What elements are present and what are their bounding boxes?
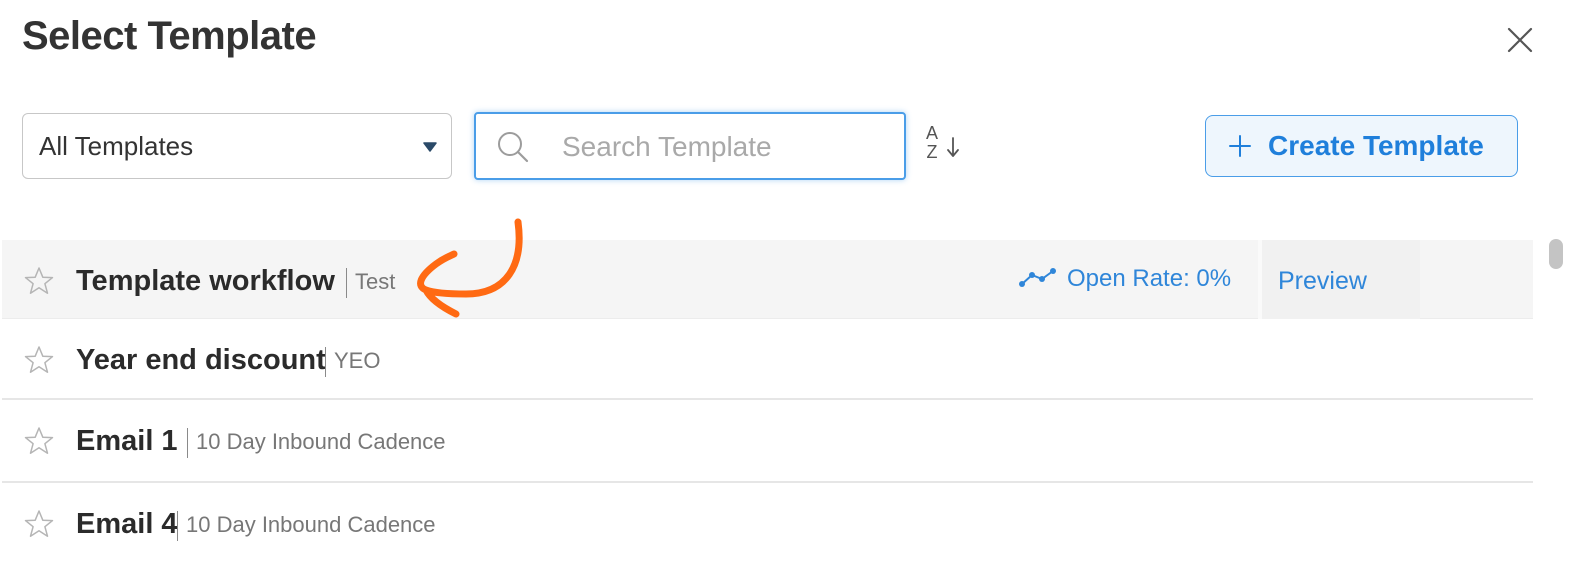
create-template-label: Create Template (1268, 130, 1484, 161)
sort-button[interactable]: A Z (920, 124, 968, 168)
star-icon[interactable] (24, 345, 54, 375)
plus-icon (1229, 135, 1251, 157)
sort-letter-a: A (925, 123, 938, 143)
template-folder: 10 Day Inbound Cadence (196, 429, 446, 454)
caret-down-icon (423, 142, 437, 152)
star-icon[interactable] (24, 266, 54, 296)
folder-select-value: All Templates (39, 131, 194, 161)
template-name: Year end discount (76, 344, 326, 376)
template-folder: Test (355, 269, 396, 294)
search-icon (498, 132, 529, 163)
template-name: Email 4 (76, 508, 178, 540)
trend-line-icon (1019, 268, 1056, 287)
star-icon[interactable] (24, 509, 54, 539)
search-input[interactable] (560, 124, 894, 170)
scrollbar-thumb[interactable] (1549, 239, 1563, 269)
template-list: Template workflow Test Open Rate: 0% Pre… (2, 240, 1533, 563)
sort-alpha-down-icon: A Z (924, 124, 940, 162)
sort-letter-z: Z (926, 142, 938, 162)
template-folder: YEO (334, 348, 381, 373)
separator (187, 428, 188, 458)
folder-select[interactable]: All Templates (22, 113, 452, 179)
preview-cell: Preview (1262, 240, 1420, 319)
template-row[interactable]: Email 1 10 Day Inbound Cadence (2, 400, 1533, 483)
separator (325, 347, 326, 377)
close-button[interactable] (1502, 22, 1538, 58)
template-row[interactable]: Email 4 10 Day Inbound Cadence (2, 483, 1533, 563)
template-row[interactable]: Template workflow Test Open Rate: 0% Pre… (2, 240, 1533, 319)
template-name: Template workflow (76, 265, 335, 297)
open-rate-text: Open Rate: 0% (1067, 265, 1232, 292)
star-icon[interactable] (24, 426, 54, 456)
create-template-button[interactable]: Create Template (1205, 115, 1518, 177)
dialog-title: Select Template (22, 14, 317, 58)
template-name: Email 1 (76, 425, 178, 457)
separator (177, 511, 178, 541)
search-box[interactable] (474, 112, 906, 180)
arrow-down-icon (947, 137, 959, 157)
template-row[interactable]: Year end discount YEO (2, 319, 1533, 400)
preview-link[interactable]: Preview (1278, 240, 1367, 322)
separator (346, 268, 347, 298)
template-folder: 10 Day Inbound Cadence (186, 512, 436, 537)
close-icon (1507, 27, 1533, 53)
